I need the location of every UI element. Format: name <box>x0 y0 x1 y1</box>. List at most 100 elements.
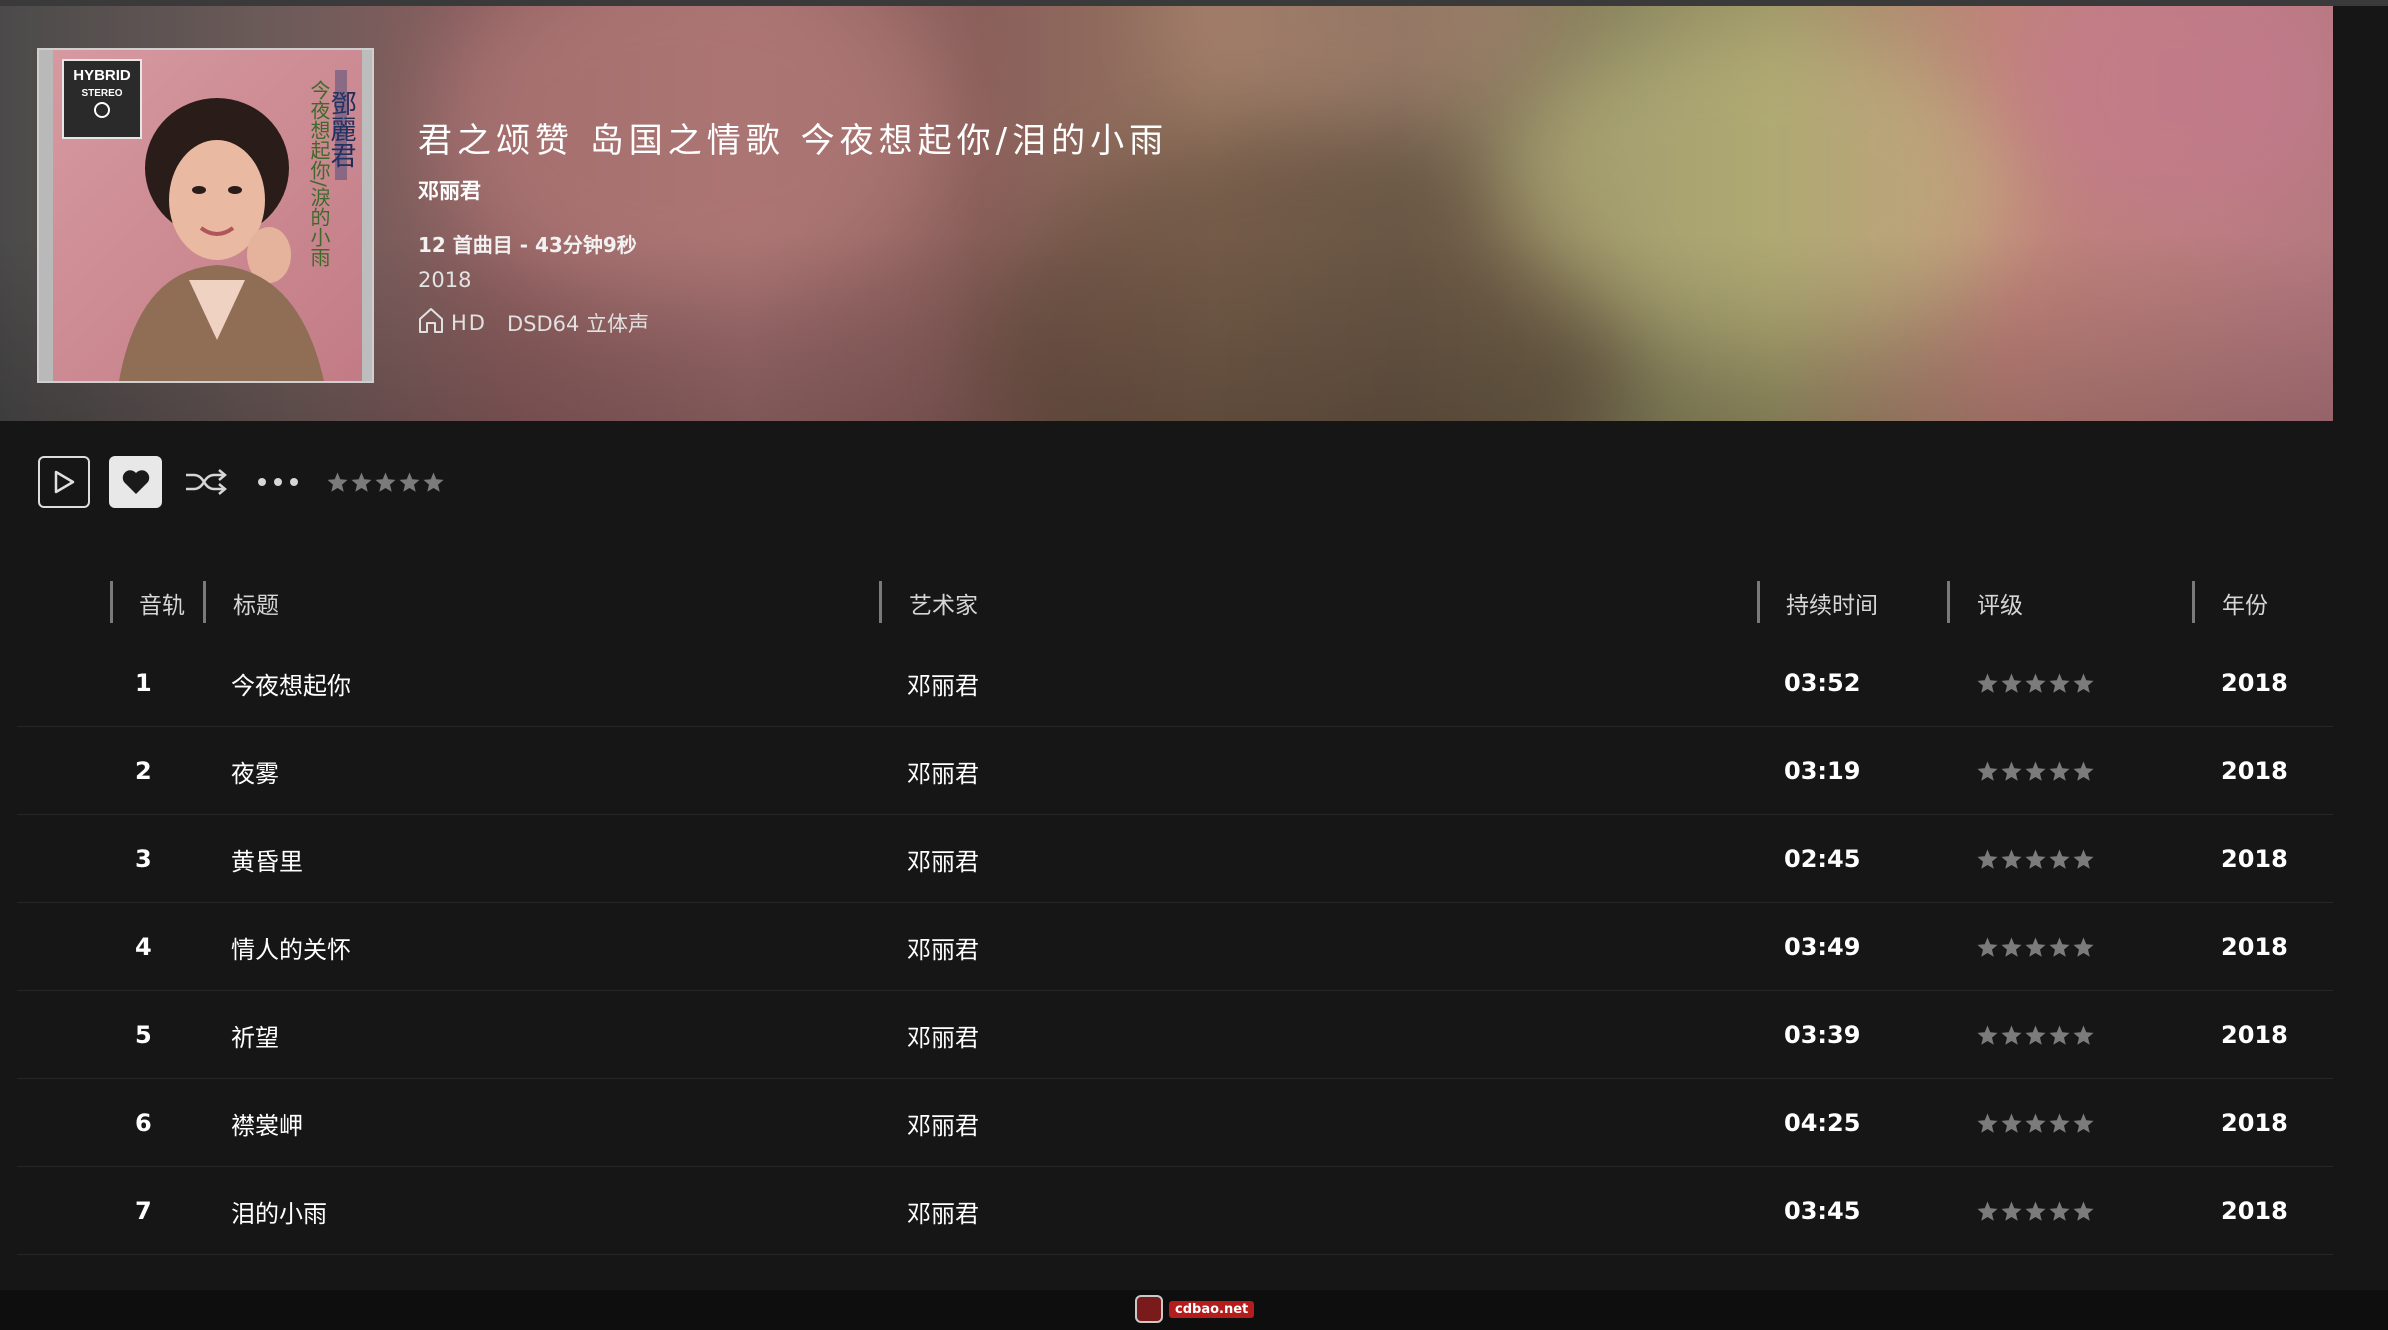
star-icon[interactable] <box>2000 848 2023 871</box>
track-rating[interactable] <box>1976 991 2095 1079</box>
album-controls <box>38 456 445 508</box>
star-icon[interactable] <box>2000 936 2023 959</box>
header-year[interactable]: 年份 <box>2222 575 2268 631</box>
header-track[interactable]: 音轨 <box>139 575 185 631</box>
album-cover[interactable]: HYBRID STEREO 鄧麗君 今夜想起你/淚的小雨 <box>37 48 374 383</box>
star-icon[interactable] <box>1976 848 1999 871</box>
star-icon[interactable] <box>2024 672 2047 695</box>
star-icon[interactable] <box>2000 672 2023 695</box>
track-artist[interactable]: 邓丽君 <box>907 1167 979 1255</box>
star-icon[interactable] <box>2024 936 2047 959</box>
table-row[interactable]: 1 今夜想起你 邓丽君 03:52 2018 <box>17 639 2333 727</box>
track-artist[interactable]: 邓丽君 <box>907 815 979 903</box>
album-artist-link[interactable]: 邓丽君 <box>418 175 481 205</box>
table-row[interactable]: 7 泪的小雨 邓丽君 03:45 2018 <box>17 1167 2333 1255</box>
star-icon[interactable] <box>2024 1112 2047 1135</box>
shuffle-button[interactable] <box>184 456 228 508</box>
track-artist[interactable]: 邓丽君 <box>907 903 979 991</box>
track-duration: 04:25 <box>1784 1109 1861 1137</box>
table-header: 音轨 标题 艺术家 持续时间 评级 年份 <box>17 575 2333 631</box>
format-info: HD DSD64 立体声 <box>417 306 649 339</box>
star-icon[interactable] <box>2000 1200 2023 1223</box>
star-icon[interactable] <box>1976 936 1999 959</box>
star-icon[interactable] <box>350 471 373 494</box>
track-title: 泪的小雨 <box>231 1199 327 1228</box>
track-title: 祈望 <box>231 1023 279 1052</box>
track-year: 2018 <box>2221 1109 2288 1137</box>
star-icon[interactable] <box>374 471 397 494</box>
track-duration: 03:39 <box>1784 1021 1861 1049</box>
favorite-button[interactable] <box>109 456 162 508</box>
track-year: 2018 <box>2221 845 2288 873</box>
table-row[interactable]: 3 黄昏里 邓丽君 02:45 2018 <box>17 815 2333 903</box>
more-options-button[interactable] <box>256 456 300 508</box>
track-artist[interactable]: 邓丽君 <box>907 991 979 1079</box>
column-divider[interactable] <box>203 581 206 623</box>
track-title: 夜雾 <box>231 759 279 788</box>
star-icon[interactable] <box>1976 1200 1999 1223</box>
table-row[interactable]: 4 情人的关怀 邓丽君 03:49 2018 <box>17 903 2333 991</box>
album-title: 君之颂赞 岛国之情歌 今夜想起你/泪的小雨 <box>418 121 1169 161</box>
cover-badge-line2: STEREO <box>81 88 122 99</box>
star-icon[interactable] <box>2024 1024 2047 1047</box>
play-button[interactable] <box>38 456 90 508</box>
star-icon[interactable] <box>2000 1024 2023 1047</box>
star-icon[interactable] <box>2072 1200 2095 1223</box>
track-rating[interactable] <box>1976 1167 2095 1255</box>
track-rating[interactable] <box>1976 727 2095 815</box>
track-rating[interactable] <box>1976 815 2095 903</box>
column-divider[interactable] <box>1757 581 1760 623</box>
table-row[interactable]: 6 襟裳岬 邓丽君 04:25 2018 <box>17 1079 2333 1167</box>
star-icon[interactable] <box>2048 848 2071 871</box>
header-artist[interactable]: 艺术家 <box>909 575 978 631</box>
star-icon[interactable] <box>2048 1024 2071 1047</box>
star-icon[interactable] <box>2024 1200 2047 1223</box>
track-rating[interactable] <box>1976 639 2095 727</box>
star-icon[interactable] <box>1976 1024 1999 1047</box>
track-artist[interactable]: 邓丽君 <box>907 727 979 815</box>
track-artist[interactable]: 邓丽君 <box>907 1079 979 1167</box>
track-duration: 03:49 <box>1784 933 1861 961</box>
column-divider[interactable] <box>2192 581 2195 623</box>
star-icon[interactable] <box>1976 760 1999 783</box>
star-icon[interactable] <box>2024 848 2047 871</box>
star-icon[interactable] <box>1976 672 1999 695</box>
column-divider[interactable] <box>879 581 882 623</box>
star-icon[interactable] <box>398 471 421 494</box>
quality-badge: HD <box>451 310 487 335</box>
column-divider[interactable] <box>1947 581 1950 623</box>
track-rating[interactable] <box>1976 1079 2095 1167</box>
star-icon[interactable] <box>2048 1200 2071 1223</box>
star-icon[interactable] <box>2000 760 2023 783</box>
star-icon[interactable] <box>326 471 349 494</box>
star-icon[interactable] <box>2048 1112 2071 1135</box>
star-icon[interactable] <box>2072 936 2095 959</box>
star-icon[interactable] <box>2072 848 2095 871</box>
heart-icon <box>122 470 149 494</box>
star-icon[interactable] <box>1976 1112 1999 1135</box>
cover-title-text: 今夜想起你/淚的小雨 <box>307 80 331 267</box>
star-icon[interactable] <box>2072 1024 2095 1047</box>
star-icon[interactable] <box>2072 760 2095 783</box>
track-number: 2 <box>135 757 152 785</box>
table-row[interactable]: 5 祈望 邓丽君 03:39 2018 <box>17 991 2333 1079</box>
table-row[interactable]: 2 夜雾 邓丽君 03:19 2018 <box>17 727 2333 815</box>
star-icon[interactable] <box>2000 1112 2023 1135</box>
star-icon[interactable] <box>2048 936 2071 959</box>
album-rating[interactable] <box>326 471 445 494</box>
star-icon[interactable] <box>2072 1112 2095 1135</box>
star-icon[interactable] <box>2048 760 2071 783</box>
header-rating[interactable]: 评级 <box>1977 575 2023 631</box>
header-title[interactable]: 标题 <box>233 575 279 631</box>
star-icon[interactable] <box>2048 672 2071 695</box>
audio-format: DSD64 立体声 <box>506 311 650 336</box>
track-artist[interactable]: 邓丽君 <box>907 639 979 727</box>
track-rating[interactable] <box>1976 903 2095 991</box>
star-icon[interactable] <box>2072 672 2095 695</box>
track-number: 7 <box>135 1197 152 1225</box>
track-number: 3 <box>135 845 152 873</box>
star-icon[interactable] <box>422 471 445 494</box>
star-icon[interactable] <box>2024 760 2047 783</box>
header-duration[interactable]: 持续时间 <box>1786 575 1878 631</box>
column-divider[interactable] <box>110 581 113 623</box>
